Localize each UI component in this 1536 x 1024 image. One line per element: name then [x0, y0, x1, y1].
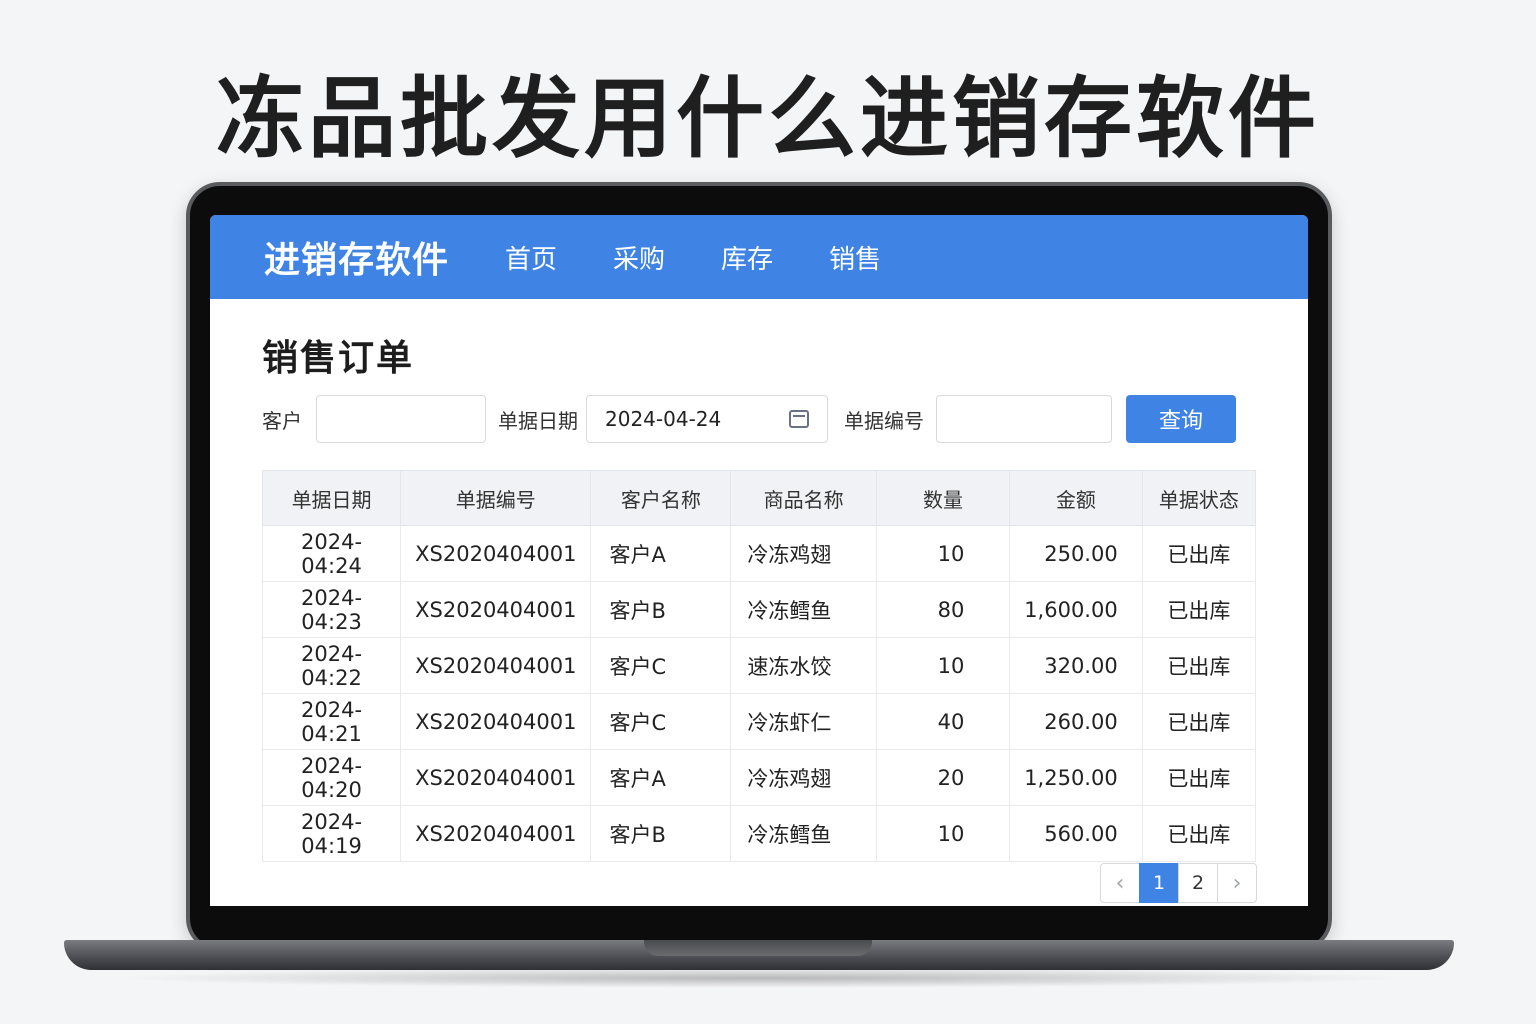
cell-amount: 250.00: [1009, 525, 1143, 582]
cell-status: 已出库: [1141, 637, 1257, 694]
cell-status: 已出库: [1141, 805, 1257, 862]
cell-qty: 10: [875, 525, 1011, 582]
cell-date: 2024-04:22: [261, 637, 402, 694]
cell-customer: 客户A: [590, 525, 732, 582]
col-header-date[interactable]: 单据日期: [261, 470, 402, 526]
app-brand[interactable]: 进销存软件: [264, 231, 449, 283]
col-header-product[interactable]: 商品名称: [730, 470, 877, 526]
page-button-2[interactable]: 2: [1178, 863, 1218, 903]
cell-qty: 10: [875, 805, 1011, 862]
nav-item-purchase[interactable]: 采购: [613, 239, 665, 276]
cell-product: 冷冻鳕鱼: [730, 805, 877, 862]
page-headline: 冻品批发用什么进销存软件: [215, 67, 1320, 170]
cell-customer: 客户C: [590, 693, 732, 750]
page-button-1[interactable]: 1: [1139, 863, 1179, 903]
laptop-notch: [644, 940, 872, 956]
cell-amount: 560.00: [1009, 805, 1143, 862]
col-header-order-no[interactable]: 单据编号: [400, 470, 592, 526]
cell-status: 已出库: [1141, 581, 1257, 638]
customer-label: 客户: [262, 408, 302, 433]
cell-qty: 10: [875, 637, 1011, 694]
table-row[interactable]: 2024-04:20 XS2020404001 客户A 冷冻鸡翅 20 1,25…: [261, 749, 1257, 806]
cell-status: 已出库: [1141, 749, 1257, 806]
cell-date: 2024-04:23: [261, 581, 402, 638]
cell-product: 速冻水饺: [730, 637, 877, 694]
cell-date: 2024-04:20: [261, 749, 402, 806]
cell-amount: 1,250.00: [1009, 749, 1143, 806]
cell-order-no: XS2020404001: [400, 749, 592, 806]
col-header-customer[interactable]: 客户名称: [590, 470, 732, 526]
cell-customer: 客户C: [590, 637, 732, 694]
cell-product: 冷冻虾仁: [730, 693, 877, 750]
laptop-shadow: [110, 968, 1410, 988]
calendar-icon[interactable]: [789, 410, 809, 428]
cell-customer: 客户B: [590, 581, 732, 638]
cell-qty: 80: [875, 581, 1011, 638]
cell-order-no: XS2020404001: [400, 693, 592, 750]
cell-product: 冷冻鸡翅: [730, 525, 877, 582]
customer-input[interactable]: [316, 395, 486, 443]
table-row[interactable]: 2024-04:24 XS2020404001 客户A 冷冻鸡翅 10 250.…: [261, 525, 1257, 582]
order-no-label: 单据编号: [844, 408, 924, 433]
col-header-qty[interactable]: 数量: [875, 470, 1011, 526]
app-screen: 进销存软件 首页 采购 库存 销售 销售订单 客户 单据日期 2024-04-2…: [210, 215, 1308, 906]
top-navbar: 进销存软件 首页 采购 库存 销售: [210, 215, 1308, 299]
table-row[interactable]: 2024-04:21 XS2020404001 客户C 冷冻虾仁 40 260.…: [261, 693, 1257, 750]
nav-item-inventory[interactable]: 库存: [721, 239, 773, 276]
nav-item-home[interactable]: 首页: [505, 239, 557, 276]
cell-date: 2024-04:21: [261, 693, 402, 750]
cell-qty: 40: [875, 693, 1011, 750]
cell-status: 已出库: [1141, 693, 1257, 750]
date-picker[interactable]: 2024-04-24: [586, 395, 828, 443]
col-header-amount[interactable]: 金额: [1009, 470, 1143, 526]
cell-qty: 20: [875, 749, 1011, 806]
cell-amount: 320.00: [1009, 637, 1143, 694]
cell-date: 2024-04:24: [261, 525, 402, 582]
date-label: 单据日期: [498, 408, 578, 433]
table-row[interactable]: 2024-04:23 XS2020404001 客户B 冷冻鳕鱼 80 1,60…: [261, 581, 1257, 638]
query-button[interactable]: 查询: [1126, 395, 1236, 443]
cell-amount: 260.00: [1009, 693, 1143, 750]
cell-order-no: XS2020404001: [400, 581, 592, 638]
cell-customer: 客户A: [590, 749, 732, 806]
cell-product: 冷冻鸡翅: [730, 749, 877, 806]
order-no-input[interactable]: [936, 395, 1112, 443]
next-page-button[interactable]: ›: [1217, 863, 1257, 903]
cell-customer: 客户B: [590, 805, 732, 862]
page-title: 销售订单: [262, 338, 415, 379]
cell-date: 2024-04:19: [261, 805, 402, 862]
col-header-status[interactable]: 单据状态: [1141, 470, 1257, 526]
sales-order-table: 单据日期 单据编号 客户名称 商品名称 数量 金额 单据状态 2024-04:2…: [261, 470, 1257, 862]
cell-amount: 1,600.00: [1009, 581, 1143, 638]
nav-item-sales[interactable]: 销售: [829, 239, 881, 276]
prev-page-button[interactable]: ‹: [1100, 863, 1140, 903]
filter-bar: 客户 单据日期 2024-04-24 单据编号 查询: [262, 395, 1256, 443]
cell-order-no: XS2020404001: [400, 805, 592, 862]
cell-order-no: XS2020404001: [400, 525, 592, 582]
main-content: 销售订单 客户 单据日期 2024-04-24 单据编号 查询 单据日期 单据编…: [210, 299, 1308, 862]
pagination: ‹ 1 2 ›: [1100, 863, 1257, 903]
table-row[interactable]: 2024-04:22 XS2020404001 客户C 速冻水饺 10 320.…: [261, 637, 1257, 694]
cell-order-no: XS2020404001: [400, 637, 592, 694]
date-value: 2024-04-24: [605, 407, 722, 431]
table-row[interactable]: 2024-04:19 XS2020404001 客户B 冷冻鳕鱼 10 560.…: [261, 805, 1257, 862]
cell-product: 冷冻鳕鱼: [730, 581, 877, 638]
table-header-row: 单据日期 单据编号 客户名称 商品名称 数量 金额 单据状态: [261, 470, 1257, 526]
cell-status: 已出库: [1141, 525, 1257, 582]
